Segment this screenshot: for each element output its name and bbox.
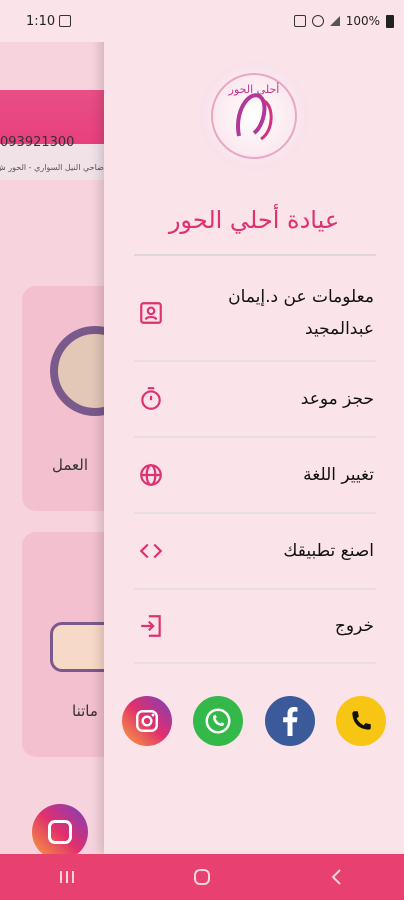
code-icon: [134, 534, 168, 568]
background-card-services-label: ماتنا: [72, 702, 98, 720]
battery-text: 100%: [345, 14, 380, 28]
menu-item-label: اصنع تطبيقك: [283, 541, 374, 561]
logout-icon: [134, 609, 168, 643]
background-address: ضاحي النيل السواري - الحور ش: [0, 163, 104, 172]
logo-text: أحلي الحور: [228, 82, 280, 96]
menu-item-label: معلومات عن د.إيمان عبدالمجيد: [228, 287, 374, 339]
back-button[interactable]: [317, 862, 357, 892]
wifi-icon: [311, 15, 324, 27]
contact-buttons: [122, 696, 386, 746]
gallery-icon: [59, 15, 72, 27]
whatsapp-icon[interactable]: [193, 696, 244, 746]
home-button[interactable]: [182, 862, 222, 892]
signal-icon: [329, 16, 340, 26]
background-instagram-icon[interactable]: [32, 804, 88, 860]
menu-item-book-appointment[interactable]: حجز موعد: [134, 362, 376, 438]
contact-card-icon: [134, 296, 168, 330]
background-card-hours-label: العمل: [52, 456, 89, 474]
menu-item-label: خروج: [334, 616, 374, 636]
status-time: 1:10: [26, 13, 56, 29]
navigation-drawer: أحلي الحور عيادة أحلي الحور معلومات عن د…: [104, 34, 404, 854]
system-nav-bar: [0, 854, 404, 900]
menu-item-logout[interactable]: خروج: [134, 590, 376, 664]
recent-apps-button[interactable]: [47, 862, 87, 892]
globe-icon: [134, 458, 168, 492]
divider: [134, 254, 376, 256]
status-bar: 1:10 100%: [0, 0, 404, 42]
background-phone: 093921300: [0, 135, 75, 150]
menu-item-label: تغيير اللغة: [303, 465, 374, 485]
drawer-menu: معلومات عن د.إيمان عبدالمجيد حجز موعد تغ…: [134, 266, 376, 664]
menu-item-change-language[interactable]: تغيير اللغة: [134, 438, 376, 514]
clinic-title: عيادة أحلي الحور: [168, 206, 340, 234]
battery-icon: [386, 14, 394, 28]
clinic-logo: أحلي الحور: [200, 62, 308, 170]
facebook-icon[interactable]: [264, 696, 315, 746]
menu-item-make-your-app[interactable]: اصنع تطبيقك: [134, 514, 376, 590]
stopwatch-icon: [134, 382, 168, 416]
menu-item-label: حجز موعد: [300, 389, 374, 409]
instagram-icon[interactable]: [122, 696, 172, 746]
logo-glyph-icon: أحلي الحور: [211, 73, 297, 159]
alarm-icon: [293, 15, 306, 27]
menu-item-about-doctor[interactable]: معلومات عن د.إيمان عبدالمجيد: [134, 266, 376, 362]
phone-icon[interactable]: [335, 696, 386, 746]
